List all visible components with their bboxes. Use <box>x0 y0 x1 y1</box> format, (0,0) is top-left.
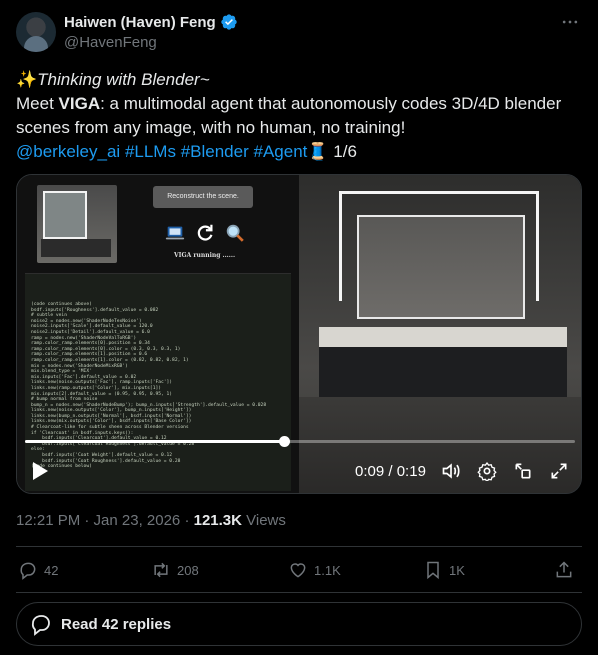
action-bar: 42 208 1.1K 1K <box>16 560 582 582</box>
pip-icon[interactable] <box>513 461 533 481</box>
share-button[interactable] <box>554 560 574 580</box>
hashtag-llms[interactable]: #LLMs <box>125 142 176 161</box>
bookmark-count: 1K <box>449 562 465 578</box>
refresh-icon <box>193 221 217 245</box>
laptop-icon <box>163 221 187 245</box>
repost-icon <box>154 562 168 578</box>
tweet-title: Thinking with Blender~ <box>37 70 210 89</box>
bookmark-icon <box>427 561 439 580</box>
thread-emoji: 🧵 <box>307 142 329 161</box>
author-name-row: Haiwen (Haven) Feng <box>64 13 238 31</box>
reply-icon <box>20 562 36 580</box>
video-progress-bar[interactable] <box>25 436 575 447</box>
author-display-name[interactable]: Haiwen (Haven) Feng <box>64 14 216 31</box>
magnifier-icon <box>223 221 247 245</box>
reply-count: 42 <box>44 562 59 578</box>
tweet-timestamp[interactable]: 12:21 PM · Jan 23, 2026 · <box>16 512 194 529</box>
views-label: Views <box>241 512 286 529</box>
video-progress-fill <box>25 440 284 443</box>
time-current: 0:09 <box>355 463 385 480</box>
fullscreen-icon[interactable] <box>549 461 569 481</box>
tweet-line-1: ✨Thinking with Blender~ <box>16 68 582 92</box>
divider-bottom <box>16 592 582 593</box>
input-image-thumbnail <box>37 185 117 263</box>
share-icon <box>556 561 572 578</box>
play-icon[interactable] <box>31 461 49 481</box>
viga-running-label: VIGA running ...... <box>174 252 236 259</box>
mention-berkeley-ai[interactable]: @berkeley_ai <box>16 142 120 161</box>
scene-light-strip <box>339 191 539 301</box>
video-left-pane: Reconstruct the scene. VIGA running ....… <box>17 175 299 493</box>
code-panel: (code continues above) bsdf.inputs['Roug… <box>25 273 291 491</box>
reconstruct-prompt: Reconstruct the scene. <box>153 186 253 208</box>
reply-bubble-icon <box>31 615 50 636</box>
like-count: 1.1K <box>314 562 341 578</box>
scene-cabinet <box>319 347 567 397</box>
tweet-body-bold: VIGA <box>58 94 101 113</box>
tweet-text: ✨Thinking with Blender~ Meet VIGA: a mul… <box>16 68 582 164</box>
hashtag-blender[interactable]: #Blender <box>181 142 249 161</box>
settings-gear-icon[interactable] <box>477 461 497 481</box>
divider-top <box>16 546 582 547</box>
time-total: 0:19 <box>396 463 426 480</box>
read-replies-button[interactable]: Read 42 replies <box>16 602 582 646</box>
views-count: 121.3K <box>193 512 242 529</box>
sparkle-emoji: ✨ <box>16 70 38 89</box>
like-button[interactable]: 1.1K <box>288 560 341 580</box>
pipeline-icons <box>163 221 247 245</box>
verified-badge-icon <box>221 14 237 30</box>
more-options-icon[interactable] <box>560 12 580 32</box>
hashtag-agent[interactable]: #Agent <box>254 142 308 161</box>
tweet-body-pre: Meet <box>16 94 59 113</box>
video-progress-handle[interactable] <box>278 436 290 447</box>
author-handle[interactable]: @HavenFeng <box>64 34 157 51</box>
bookmark-button[interactable]: 1K <box>423 560 465 580</box>
thread-position: 1/6 <box>333 142 357 161</box>
tweet-body: Meet VIGA: a multimodal agent that auton… <box>16 92 582 140</box>
reply-button[interactable]: 42 <box>18 560 58 580</box>
read-replies-label: Read 42 replies <box>61 615 172 633</box>
tweet-tags-line: @berkeley_ai #LLMs #Blender #Agent🧵 1/6 <box>16 140 582 164</box>
repost-count: 208 <box>177 562 199 578</box>
video-player[interactable]: Reconstruct the scene. VIGA running ....… <box>16 174 582 494</box>
heart-icon <box>290 563 306 578</box>
tweet-meta: 12:21 PM · Jan 23, 2026 · 121.3K Views <box>16 512 286 529</box>
rendered-scene <box>299 175 581 493</box>
time-separator: / <box>384 463 397 480</box>
code-text: (code continues above) bsdf.inputs['Roug… <box>31 302 267 470</box>
volume-icon[interactable] <box>441 461 461 481</box>
avatar[interactable] <box>16 12 56 52</box>
scene-counter <box>319 327 567 347</box>
video-time: 0:09 / 0:19 <box>355 463 426 480</box>
repost-button[interactable]: 208 <box>151 560 199 580</box>
